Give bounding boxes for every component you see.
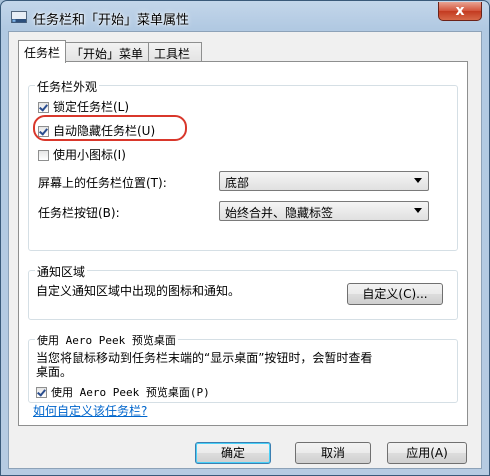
aero-peek-check-box[interactable] xyxy=(36,387,47,398)
customize-notifications-button[interactable]: 自定义(C)... xyxy=(347,283,443,305)
notification-description: 自定义通知区域中出现的图标和通知。 xyxy=(36,284,241,298)
appearance-group-title: 任务栏外观 xyxy=(35,78,100,95)
title-bar[interactable]: 任务栏和「开始」菜单属性 x xyxy=(1,1,489,31)
help-link[interactable]: 如何自定义该任务栏? xyxy=(33,402,147,419)
small-icons-checkbox[interactable]: 使用小图标(I) xyxy=(38,146,126,162)
tab-panel-taskbar: 任务栏外观 锁定任务栏(L) 自动隐藏任务栏(U) 使用小图标(I) 屏幕上的任… xyxy=(18,61,468,426)
tab-toolbars-label: 工具栏 xyxy=(154,47,191,61)
tab-start-menu[interactable]: 「开始」菜单 xyxy=(65,42,149,62)
taskbar-location-value: 底部 xyxy=(225,176,250,190)
tab-taskbar[interactable]: 任务栏 xyxy=(18,40,66,63)
lock-taskbar-label: 锁定任务栏(L) xyxy=(53,100,130,114)
chevron-down-icon xyxy=(414,208,422,213)
taskbar-icon xyxy=(11,11,27,23)
customize-button-label: 自定义(C)... xyxy=(362,287,428,301)
ok-button[interactable]: 确定 xyxy=(195,442,271,464)
dialog-client-area: 任务栏 「开始」菜单 工具栏 任务栏外观 锁定任务栏(L) 自动隐藏任务栏(U) xyxy=(8,31,482,469)
taskbar-location-label: 屏幕上的任务栏位置(T): xyxy=(38,176,167,190)
notification-group: 通知区域 自定义通知区域中出现的图标和通知。 自定义(C)... xyxy=(28,263,458,320)
chevron-down-icon xyxy=(414,178,422,183)
window-title: 任务栏和「开始」菜单属性 xyxy=(33,13,190,28)
apply-button-label: 应用(A) xyxy=(406,446,448,460)
lock-taskbar-check-box[interactable] xyxy=(38,102,49,113)
notification-group-title: 通知区域 xyxy=(35,263,88,280)
aero-peek-group: 使用 Aero Peek 预览桌面 当您将鼠标移动到任务栏末端的“显示桌面”按钮… xyxy=(28,332,458,403)
aero-peek-description-line1: 当您将鼠标移动到任务栏末端的“显示桌面”按钮时，会暂时查看 xyxy=(36,351,373,365)
taskbar-buttons-value: 始终合并、隐藏标签 xyxy=(225,206,334,220)
close-button[interactable]: x xyxy=(438,2,482,21)
aero-peek-checkbox[interactable]: 使用 Aero Peek 预览桌面(P) xyxy=(36,384,210,400)
tab-taskbar-label: 任务栏 xyxy=(24,46,61,60)
aero-peek-checkbox-label: 使用 Aero Peek 预览桌面(P) xyxy=(51,386,210,399)
ok-button-label: 确定 xyxy=(220,446,245,460)
taskbar-buttons-dropdown[interactable]: 始终合并、隐藏标签 xyxy=(219,201,429,221)
cancel-button-label: 取消 xyxy=(320,446,345,460)
properties-window: 任务栏和「开始」菜单属性 x 任务栏 「开始」菜单 工具栏 任务栏外观 锁定任务… xyxy=(0,0,490,476)
highlight-ring xyxy=(33,115,187,141)
aero-peek-group-title: 使用 Aero Peek 预览桌面 xyxy=(35,332,178,348)
taskbar-buttons-label: 任务栏按钮(B): xyxy=(38,206,120,220)
cancel-button[interactable]: 取消 xyxy=(295,442,371,464)
appearance-group: 任务栏外观 锁定任务栏(L) 自动隐藏任务栏(U) 使用小图标(I) 屏幕上的任… xyxy=(28,78,458,251)
small-icons-label: 使用小图标(I) xyxy=(53,148,126,162)
close-icon: x xyxy=(455,3,465,19)
lock-taskbar-checkbox[interactable]: 锁定任务栏(L) xyxy=(38,98,129,114)
tab-start-menu-label: 「开始」菜单 xyxy=(71,47,144,61)
small-icons-check-box[interactable] xyxy=(38,150,49,161)
taskbar-location-dropdown[interactable]: 底部 xyxy=(219,171,429,191)
apply-button[interactable]: 应用(A) xyxy=(387,442,467,464)
aero-peek-description-line2: 桌面。 xyxy=(36,365,73,379)
tab-toolbars[interactable]: 工具栏 xyxy=(148,42,202,62)
